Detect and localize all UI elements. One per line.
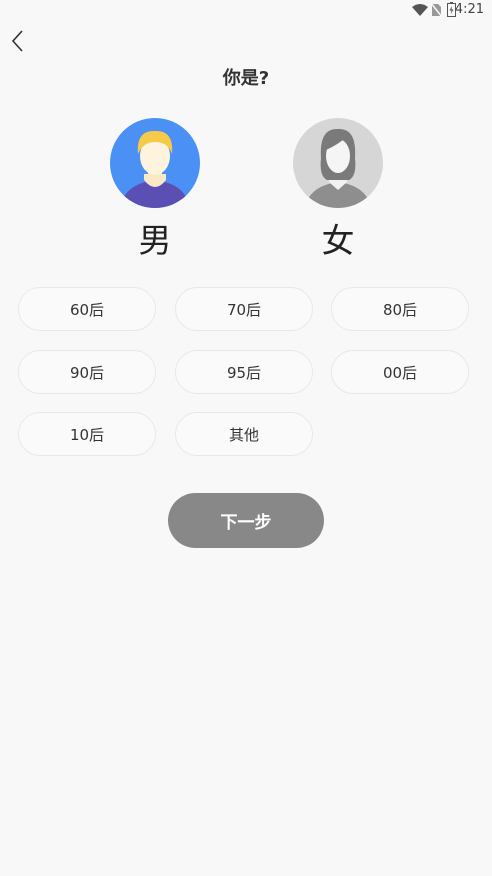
next-button[interactable]: 下一步 (168, 493, 324, 548)
gender-label-male: 男 (138, 221, 172, 260)
status-bar: 4:21 (0, 0, 492, 22)
age-option-80s[interactable]: 80后 (331, 287, 469, 331)
age-option-60s[interactable]: 60后 (18, 287, 156, 331)
age-option-95s[interactable]: 95后 (175, 350, 313, 394)
gender-option-female[interactable]: 女 (292, 118, 384, 262)
gender-label-female: 女 (321, 221, 355, 260)
page-title: 你是? (222, 68, 270, 89)
female-avatar-icon (293, 118, 383, 208)
age-option-10s[interactable]: 10后 (18, 412, 156, 456)
chevron-left-icon (11, 30, 23, 52)
no-sim-icon (431, 3, 442, 17)
age-option-70s[interactable]: 70后 (175, 287, 313, 331)
wifi-icon (412, 4, 428, 16)
male-avatar-icon (110, 118, 200, 208)
gender-option-male[interactable]: 男 (109, 118, 201, 262)
age-option-00s[interactable]: 00后 (331, 350, 469, 394)
clock-time: 4:21 (454, 2, 484, 17)
age-option-other[interactable]: 其他 (175, 412, 313, 456)
back-button[interactable] (8, 28, 30, 54)
age-option-90s[interactable]: 90后 (18, 350, 156, 394)
